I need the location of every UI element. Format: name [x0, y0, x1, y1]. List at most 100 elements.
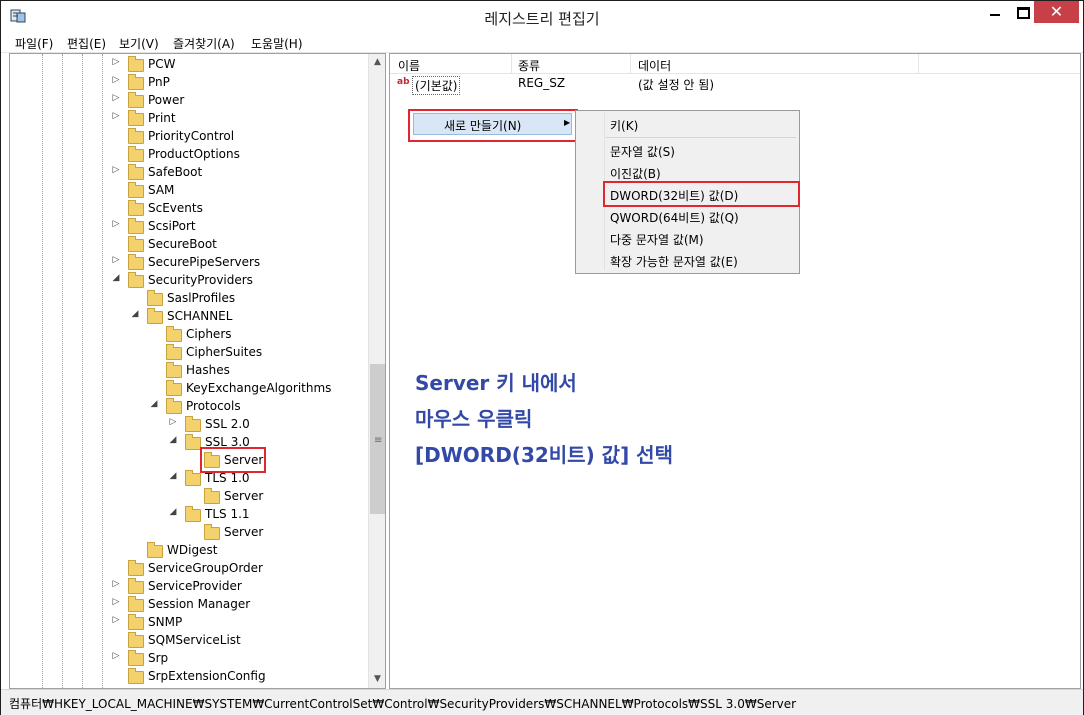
tree-item-label: PriorityControl	[148, 129, 235, 143]
tree-item-label: SecureBoot	[148, 237, 217, 251]
close-button[interactable]: ✕	[1034, 1, 1079, 23]
tree-item-label: Server	[224, 525, 264, 539]
submenu-key[interactable]: 키(K)	[610, 117, 638, 134]
tree-expander-icon[interactable]: ▷	[110, 219, 122, 229]
folder-icon	[166, 380, 182, 396]
folder-icon	[128, 650, 144, 666]
registry-value-row[interactable]: ab (기본값) REG_SZ (값 설정 안 됨)	[390, 76, 1080, 95]
tree-expander-icon[interactable]: ▷	[110, 597, 122, 607]
tree-item-label: Srp	[148, 651, 169, 665]
tree-expander-icon[interactable]: ▷	[110, 57, 122, 67]
tree-expander-icon[interactable]: ▷	[110, 93, 122, 103]
folder-icon	[166, 326, 182, 342]
tree-item-label: TLS 1.0	[205, 471, 250, 485]
column-divider[interactable]	[511, 54, 512, 73]
tree-expander-icon[interactable]: ▷	[110, 165, 122, 175]
tree-item-label: PnP	[148, 75, 170, 89]
tree-item-label: SQMServiceList	[148, 633, 241, 647]
tree-expander-icon[interactable]: ◢	[167, 435, 179, 445]
folder-icon	[166, 398, 182, 414]
tree-expander-icon[interactable]: ▷	[110, 255, 122, 265]
tree-item-label: ScEvents	[148, 201, 203, 215]
menu-file[interactable]: 파일(F)	[15, 35, 53, 52]
tree-item-label: SrpExtensionConfig	[148, 669, 266, 683]
server-key-highlight-box	[200, 447, 266, 473]
tree-expander-icon[interactable]: ▷	[110, 111, 122, 121]
tree-item-label: WDigest	[167, 543, 218, 557]
tree-item-label: ServiceProvider	[148, 579, 242, 593]
value-name: (기본값)	[412, 76, 461, 95]
folder-icon	[204, 488, 220, 504]
submenu-string-value[interactable]: 문자열 값(S)	[610, 143, 675, 160]
tree-expander-icon[interactable]: ▷	[110, 579, 122, 589]
tree-item-label: Protocols	[186, 399, 241, 413]
tree-item-label: Session Manager	[148, 597, 251, 611]
title-bar[interactable]: 레지스트리 편집기 ✕	[1, 1, 1083, 32]
folder-icon	[185, 470, 201, 486]
column-type[interactable]: 종류	[518, 57, 540, 74]
folder-icon	[128, 164, 144, 180]
folder-icon	[128, 272, 144, 288]
tree-expander-icon[interactable]: ◢	[129, 309, 141, 319]
tree-expander-icon[interactable]: ◢	[148, 399, 160, 409]
minimize-icon	[990, 14, 1000, 16]
tree-vertical-scrollbar[interactable]: ▲ ≡ ▼	[368, 54, 385, 688]
key-tree-pane[interactable]: ▷ PCW ▷ PnP ▷ Power ▷ Print PriorityControl Produ…	[9, 53, 386, 689]
status-path: 컴퓨터₩HKEY_LOCAL_MACHINE₩SYSTEM₩CurrentCon…	[9, 697, 797, 711]
menu-favorites[interactable]: 즐겨찾기(A)	[173, 35, 235, 52]
folder-icon	[128, 74, 144, 90]
column-name[interactable]: 이름	[398, 57, 420, 74]
folder-icon	[166, 362, 182, 378]
submenu-binary-value[interactable]: 이진값(B)	[610, 165, 661, 182]
tree-item-label: Ciphers	[186, 327, 232, 341]
tree-item-label: SafeBoot	[148, 165, 203, 179]
column-divider[interactable]	[918, 54, 919, 73]
folder-icon	[204, 524, 220, 540]
tree-guide-line	[102, 54, 103, 688]
folder-icon	[128, 632, 144, 648]
tree-expander-icon[interactable]: ▷	[110, 615, 122, 625]
menu-bar: 파일(F) 편집(E) 보기(V) 즐겨찾기(A) 도움말(H)	[1, 32, 1083, 53]
menu-help[interactable]: 도움말(H)	[251, 35, 303, 52]
tree-item-label: SCHANNEL	[167, 309, 233, 323]
tree-expander-icon[interactable]: ◢	[167, 507, 179, 517]
folder-icon	[128, 560, 144, 576]
scroll-thumb[interactable]: ≡	[370, 364, 385, 514]
tree-item-label: Power	[148, 93, 185, 107]
menu-edit[interactable]: 편집(E)	[67, 35, 106, 52]
menu-view[interactable]: 보기(V)	[119, 35, 159, 52]
grip-icon: ≡	[374, 435, 383, 446]
submenu-qword-value[interactable]: QWORD(64비트) 값(Q)	[610, 209, 739, 226]
scroll-down-arrow-icon[interactable]: ▼	[369, 671, 385, 688]
folder-icon	[128, 92, 144, 108]
folder-icon	[128, 182, 144, 198]
tree-expander-icon[interactable]: ▷	[110, 651, 122, 661]
submenu-expandable-string-value[interactable]: 확장 가능한 문자열 값(E)	[610, 253, 738, 270]
column-divider[interactable]	[630, 54, 631, 73]
value-type: REG_SZ	[518, 76, 566, 90]
tree-item-label: SecurityProviders	[148, 273, 253, 287]
folder-icon	[128, 578, 144, 594]
tree-guide-line	[42, 54, 43, 688]
tree-item-label: KeyExchangeAlgorithms	[186, 381, 332, 395]
list-header: 이름 종류 데이터	[390, 54, 1080, 74]
tree-expander-icon[interactable]: ▷	[167, 417, 179, 427]
registry-editor-window: 레지스트리 편집기 ✕ 파일(F) 편집(E) 보기(V) 즐겨찾기(A) 도움…	[0, 0, 1084, 715]
folder-icon	[128, 200, 144, 216]
new-menu-highlight-box	[408, 109, 578, 142]
tree-item-label: SNMP	[148, 615, 183, 629]
folder-icon	[128, 668, 144, 684]
tree-expander-icon[interactable]: ◢	[110, 273, 122, 283]
tree-expander-icon[interactable]: ▷	[110, 75, 122, 85]
submenu-multi-string-value[interactable]: 다중 문자열 값(M)	[610, 231, 704, 248]
folder-icon	[128, 56, 144, 72]
tree-item-label: SAM	[148, 183, 175, 197]
column-data[interactable]: 데이터	[638, 57, 671, 74]
tree-item-label: ScsiPort	[148, 219, 196, 233]
tree-guide-line	[82, 54, 83, 688]
tree-expander-icon[interactable]: ◢	[167, 471, 179, 481]
annotation-line-2: 마우스 우클릭	[415, 407, 533, 431]
scroll-up-arrow-icon[interactable]: ▲	[369, 54, 385, 71]
tree-item-label: ProductOptions	[148, 147, 240, 161]
maximize-icon	[1017, 7, 1030, 19]
